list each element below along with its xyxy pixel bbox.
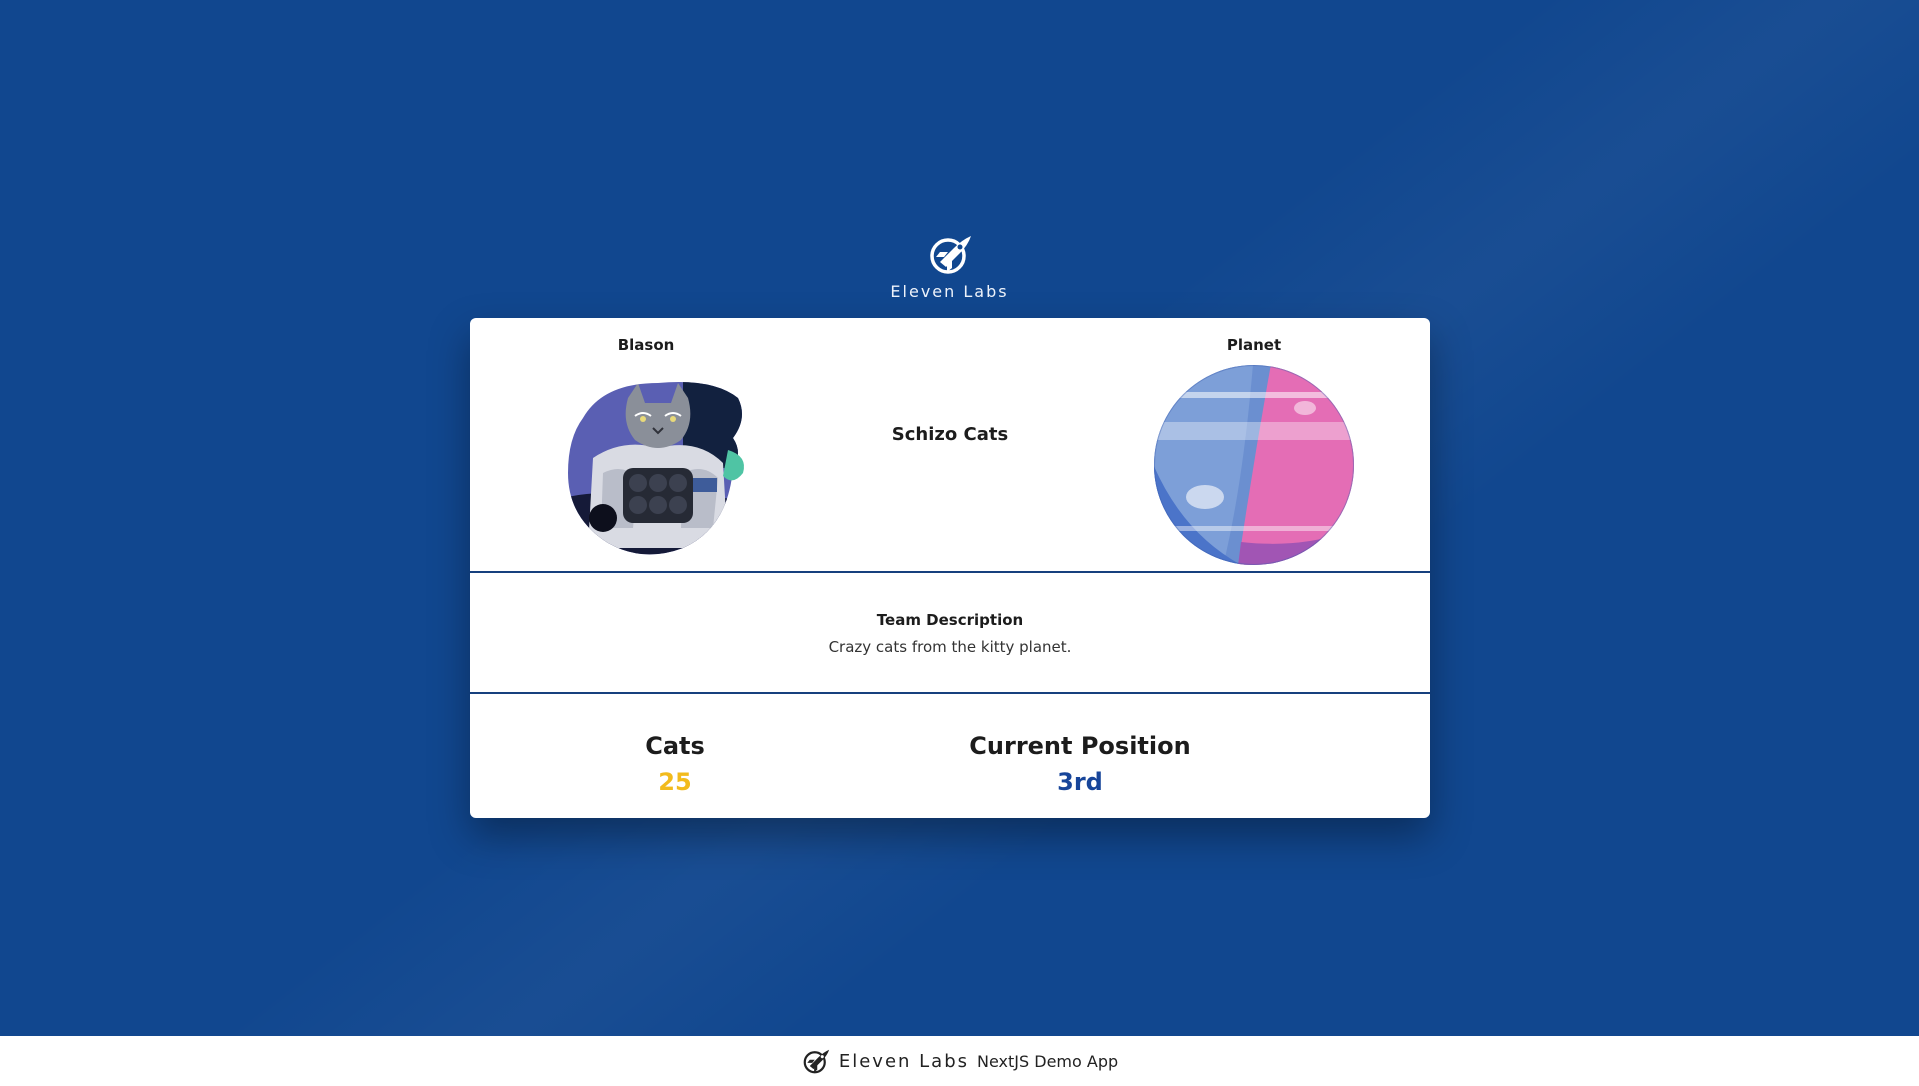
rocket-logo-icon [929, 236, 971, 274]
planet-image [1154, 365, 1354, 565]
page: Eleven Labs Blason Schizo Cats Planet Te… [0, 0, 1919, 1086]
position-label: Current Position [969, 732, 1191, 760]
position-value: 3rd [1057, 768, 1103, 796]
team-name: Schizo Cats [891, 424, 1009, 445]
position-stat: Current Position 3rd [880, 732, 1280, 796]
cats-stat: Cats 25 [475, 732, 875, 796]
footer-brand: Eleven Labs [838, 1050, 970, 1072]
rocket-logo-icon [803, 1049, 829, 1074]
team-description-section: Team Description Crazy cats from the kit… [470, 573, 1430, 694]
team-stats: Cats 25 Current Position 3rd [470, 694, 1430, 818]
app-header: Eleven Labs [0, 232, 1899, 301]
planet-label: Planet [1226, 336, 1282, 354]
team-card: Blason Schizo Cats Planet Team Descripti… [470, 318, 1430, 818]
cats-value: 25 [658, 768, 692, 796]
cats-label: Cats [645, 732, 705, 760]
footer-subtitle: NextJS Demo App [977, 1051, 1119, 1071]
footer: Eleven Labs NextJS Demo App [0, 1036, 1919, 1086]
team-overview: Blason Schizo Cats Planet [470, 318, 1430, 573]
header-brand: Eleven Labs [890, 282, 1009, 301]
blason-image [568, 382, 744, 555]
blason-label: Blason [617, 336, 675, 354]
description-title: Team Description [876, 611, 1024, 629]
description-text: Crazy cats from the kitty planet. [828, 638, 1072, 656]
